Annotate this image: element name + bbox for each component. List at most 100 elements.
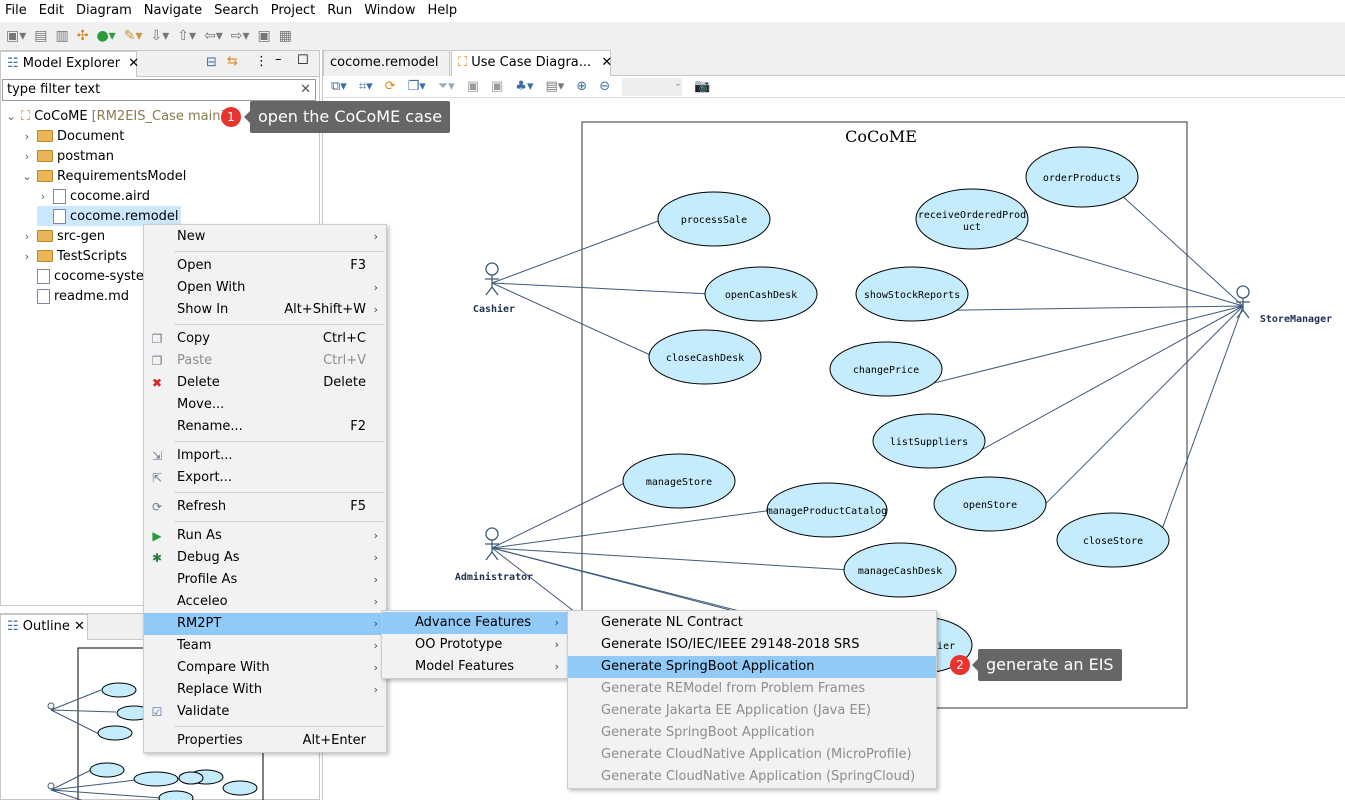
tab-outline[interactable]: ☷ Outline ✕ — [0, 614, 88, 640]
menu-project[interactable]: Project — [266, 0, 322, 22]
layout-icon[interactable]: ⌗▾ — [359, 79, 373, 94]
pin-icon[interactable]: ▦ — [279, 28, 292, 44]
tree-item[interactable]: › src-gen — [21, 226, 105, 246]
menu-item-generate-iso-iec-ieee-29148-2018-srs[interactable]: Generate ISO/IEC/IEEE 29148-2018 SRS — [568, 634, 936, 656]
menu-diagram[interactable]: Diagram — [71, 0, 139, 22]
pin-icon[interactable]: ▣ — [491, 79, 503, 94]
transform-icon[interactable]: ✣ — [77, 28, 89, 44]
next-annotation-icon[interactable]: ⇩▾ — [150, 28, 169, 44]
menu-item-show-in[interactable]: Show In Alt+Shift+W › — [144, 299, 386, 321]
tree-item[interactable]: › postman — [21, 146, 114, 166]
close-icon[interactable]: ✕ — [601, 55, 612, 70]
menu-item-copy[interactable]: ❐ Copy Ctrl+C — [144, 328, 386, 350]
menu-item-open-with[interactable]: Open With › — [144, 277, 386, 299]
menu-item-generate-springboot-application[interactable]: Generate SpringBoot Application — [568, 656, 936, 678]
submenu-arrow-icon: › — [373, 573, 378, 586]
run-icon[interactable]: ●▾ — [96, 28, 115, 44]
menu-file[interactable]: File — [0, 0, 34, 22]
tree-item[interactable]: › cocome.aird — [37, 186, 150, 206]
menu-run[interactable]: Run — [322, 0, 359, 22]
menu-navigate[interactable]: Navigate — [139, 0, 209, 22]
export-image-icon[interactable]: 📷 — [694, 79, 710, 94]
expand-chevron-icon[interactable]: › — [21, 250, 33, 263]
new-icon[interactable]: ▣▾ — [6, 28, 26, 44]
close-icon[interactable]: ✕ — [74, 619, 85, 634]
menu-item-move[interactable]: Move... — [144, 394, 386, 416]
expand-chevron-icon[interactable]: › — [21, 130, 33, 143]
menu-item-refresh[interactable]: ⟳ Refresh F5 — [144, 496, 386, 518]
menu-help[interactable]: Help — [422, 0, 464, 22]
tree-item[interactable]: readme.md — [21, 286, 129, 306]
filter-input[interactable]: type filter text ✕ — [2, 79, 316, 101]
menu-item-generate-cloudnative-application-springcloud[interactable]: Generate CloudNative Application (Spring… — [568, 766, 936, 788]
tree-item[interactable]: cocome-system — [21, 266, 157, 286]
prev-annotation-icon[interactable]: ⇧▾ — [177, 28, 196, 44]
save-icon[interactable]: ▤ — [34, 28, 47, 44]
tree-item-cocome[interactable]: ⌄ ⛶ CoCoME [RM2EIS_Case main] — [5, 106, 225, 126]
menu-item-advance-features[interactable]: Advance Features › — [382, 612, 567, 634]
menu-edit[interactable]: Edit — [34, 0, 71, 22]
menu-item-generate-remodel-from-problem-frames[interactable]: Generate REModel from Problem Frames — [568, 678, 936, 700]
tab-cocome-remodel[interactable]: cocome.remodel — [323, 50, 450, 76]
clear-filter-icon[interactable]: ✕ — [300, 82, 311, 97]
menu-item-acceleo[interactable]: Acceleo › — [144, 591, 386, 613]
menu-window[interactable]: Window — [359, 0, 422, 22]
tab-model-explorer[interactable]: ☷ Model Explorer ✕ — [0, 51, 139, 77]
layers-icon[interactable]: ❐▾ — [408, 79, 426, 94]
menu-item-profile-as[interactable]: Profile As › — [144, 569, 386, 591]
menu-item-debug-as[interactable]: ✱ Debug As › — [144, 547, 386, 569]
view-menu-icon[interactable]: ⋮ — [255, 54, 268, 69]
tree-item[interactable]: cocome.remodel — [37, 206, 181, 226]
close-icon[interactable]: ✕ — [128, 56, 139, 71]
menu-item-oo-prototype[interactable]: OO Prototype › — [382, 634, 567, 656]
menu-item-team[interactable]: Team › — [144, 635, 386, 657]
forward-icon[interactable]: ⇨▾ — [231, 28, 250, 44]
menu-item-export[interactable]: ⇱ Export... — [144, 467, 386, 489]
tree-item[interactable]: › TestScripts — [21, 246, 127, 266]
menu-item-import[interactable]: ⇲ Import... — [144, 445, 386, 467]
menu-item-open[interactable]: Open F3 — [144, 255, 386, 277]
expand-chevron-icon[interactable]: › — [21, 150, 33, 163]
menu-item-validate[interactable]: ☑ Validate — [144, 701, 386, 723]
menu-item-properties[interactable]: Properties Alt+Enter — [144, 730, 386, 752]
link-editor-icon[interactable]: ⇆ — [227, 54, 238, 69]
zoom-in-icon[interactable]: ⊕ — [576, 79, 587, 94]
expand-chevron-icon[interactable]: › — [37, 190, 49, 203]
menu-item-generate-nl-contract[interactable]: Generate NL Contract — [568, 612, 936, 634]
menu-item-compare-with[interactable]: Compare With › — [144, 657, 386, 679]
menu-item-paste[interactable]: ❐ Paste Ctrl+V — [144, 350, 386, 372]
tab-use-case-diagram[interactable]: ⛶ Use Case Diagra... ✕ — [451, 50, 612, 76]
tree-item[interactable]: › Document — [21, 126, 125, 146]
menu-item-generate-springboot-application[interactable]: Generate SpringBoot Application — [568, 722, 936, 744]
menu-item-run-as[interactable]: ▶ Run As › — [144, 525, 386, 547]
save-all-icon[interactable]: ▥ — [56, 28, 69, 44]
menu-item-rm2pt[interactable]: RM2PT › — [144, 613, 386, 635]
back-icon[interactable]: ⇦▾ — [204, 28, 223, 44]
arrange-icon[interactable]: ⧉▾ — [331, 79, 347, 94]
menu-item-model-features[interactable]: Model Features › — [382, 656, 567, 678]
tool-icon[interactable]: ✎▾ — [124, 28, 143, 44]
zoom-out-icon[interactable]: ⊖ — [599, 79, 610, 94]
tree-layout-icon[interactable]: ♣▾ — [515, 79, 533, 94]
menu-item-generate-jakarta-ee-application-java-ee[interactable]: Generate Jakarta EE Application (Java EE… — [568, 700, 936, 722]
minimize-icon[interactable]: – — [275, 52, 282, 67]
menu-item-delete[interactable]: ✖ Delete Delete — [144, 372, 386, 394]
tree-item[interactable]: ⌄ RequirementsModel — [21, 166, 186, 186]
paste-format-icon[interactable]: ▤▾ — [545, 79, 564, 94]
filter-icon[interactable]: ⏷▾ — [438, 79, 455, 94]
hide-icon[interactable]: ▣ — [467, 79, 479, 94]
refresh-icon[interactable]: ⟳ — [385, 79, 396, 94]
expand-chevron-icon[interactable]: ⌄ — [5, 110, 17, 123]
maximize-icon[interactable]: ☐ — [297, 53, 309, 68]
menu-item-rename[interactable]: Rename... F2 — [144, 416, 386, 438]
collapse-all-icon[interactable]: ⊟ — [206, 55, 217, 70]
menu-item-new[interactable]: New › — [144, 226, 386, 248]
menu-search[interactable]: Search — [209, 0, 266, 22]
perspective-icon[interactable]: ▣ — [258, 28, 271, 44]
menu-item-generate-cloudnative-application-microprofile[interactable]: Generate CloudNative Application (MicroP… — [568, 744, 936, 766]
collapse-chevron-icon[interactable]: ⌄ — [21, 170, 33, 183]
expand-chevron-icon[interactable]: › — [21, 230, 33, 243]
menu-item-replace-with[interactable]: Replace With › — [144, 679, 386, 701]
zoom-combo[interactable]: ⌄ — [622, 77, 683, 96]
tab-label: Use Case Diagra... — [471, 55, 592, 70]
